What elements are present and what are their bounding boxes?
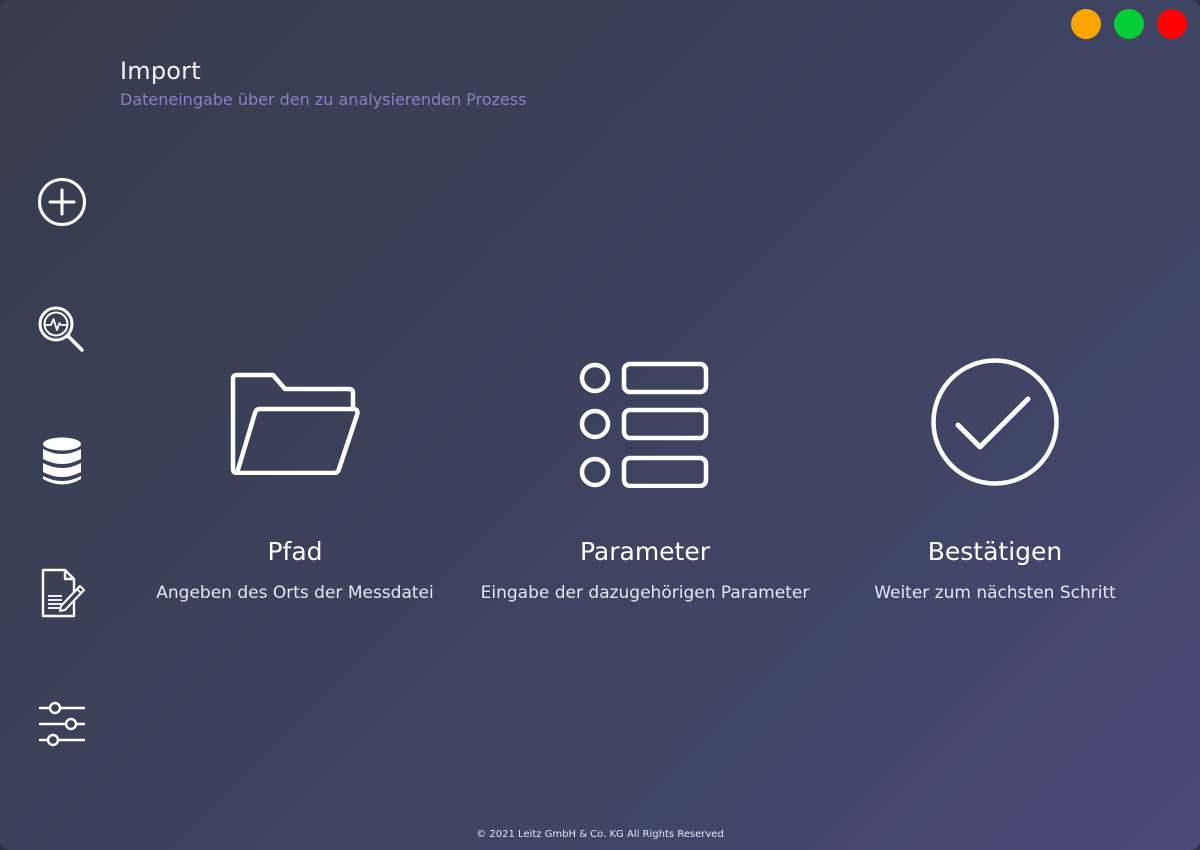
card-description: Eingabe der dazugehörigen Parameter [480, 583, 810, 603]
sidebar-item-settings[interactable] [30, 692, 94, 756]
parameter-list-icon [579, 361, 709, 488]
analysis-magnifier-icon [38, 306, 84, 352]
document-edit-icon [41, 568, 85, 618]
card-parameter[interactable]: Parameter Eingabe der dazugehörigen Para… [475, 352, 815, 622]
page-subtitle: Dateneingabe über den zu analysierenden … [120, 90, 527, 109]
card-confirm[interactable]: Bestätigen Weiter zum nächsten Schritt [825, 352, 1165, 622]
card-title: Parameter [579, 537, 711, 566]
copyright-footer: © 2021 Leitz GmbH & Co. KG All Rights Re… [476, 829, 724, 840]
database-icon [43, 437, 81, 485]
card-icon [825, 352, 1165, 492]
sidebar-item-report[interactable] [30, 561, 94, 625]
window-controls [1071, 9, 1187, 39]
card-icon [125, 352, 465, 492]
maximize-button[interactable] [1114, 9, 1144, 39]
app-window: Import Dateneingabe über den zu analysie… [0, 0, 1200, 850]
folder-icon [230, 372, 360, 475]
card-path[interactable]: Pfad Angeben des Orts der Messdatei [125, 352, 465, 622]
add-circle-icon [38, 178, 86, 226]
minimize-button[interactable] [1071, 9, 1101, 39]
page-title: Import [120, 57, 201, 85]
card-description: Angeben des Orts der Messdatei [156, 583, 434, 603]
card-title: Pfad [267, 537, 323, 566]
card-description: Weiter zum nächsten Schritt [874, 583, 1116, 603]
sliders-icon [38, 701, 86, 747]
card-icon [475, 352, 815, 492]
sidebar-item-analysis[interactable] [30, 298, 94, 362]
check-circle-icon [931, 358, 1059, 486]
page-header: Import Dateneingabe über den zu analysie… [120, 56, 527, 110]
close-button[interactable] [1157, 9, 1187, 39]
card-title: Bestätigen [927, 537, 1063, 566]
sidebar-item-add[interactable] [30, 170, 94, 234]
sidebar-item-database[interactable] [30, 430, 94, 494]
